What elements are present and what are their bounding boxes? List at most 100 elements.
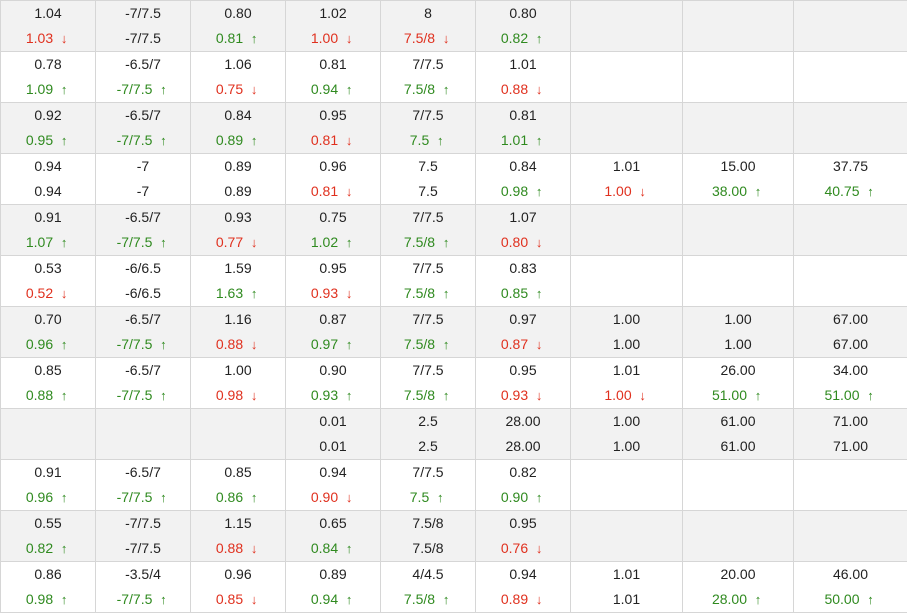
odds-value: 0.95 <box>25 132 54 148</box>
arrow-up-icon: ↑ <box>535 286 543 301</box>
odds-cell: 0.96 0.85 ↓ <box>190 561 286 613</box>
odds-value: 1.07 <box>25 234 54 250</box>
arrow-down-icon: ↓ <box>60 286 68 301</box>
current-odds: 7.5 ↑ <box>381 128 475 153</box>
current-odds: 1.00 ↓ <box>286 26 380 51</box>
odds-value: 0.86 <box>215 489 244 505</box>
odds-value: 1.00 <box>310 30 339 46</box>
arrow-up-icon: ↑ <box>345 235 353 250</box>
opening-odds: 0.93 <box>224 209 252 225</box>
current-odds: 0.85 ↓ <box>191 587 285 612</box>
arrow-up-icon: ↑ <box>160 337 167 352</box>
odds-cell: 1.00 1.00 <box>570 408 683 460</box>
arrow-down-icon: ↓ <box>345 31 353 46</box>
odds-value: 0.96 <box>25 489 54 505</box>
current-odds: 2.5 <box>381 434 475 459</box>
opening-odds <box>794 511 907 536</box>
odds-cell <box>793 0 907 52</box>
current-odds: 1.00 <box>683 332 793 357</box>
opening-odds: 0.91 <box>34 209 62 225</box>
current-odds <box>794 281 907 306</box>
opening-odds: 0.90 <box>319 362 347 378</box>
opening-odds: 0.53 <box>34 260 62 276</box>
opening-odds: 0.81 <box>319 56 347 72</box>
current-odds <box>571 77 682 102</box>
odds-cell <box>0 408 96 460</box>
odds-value: 0.82 <box>25 540 54 556</box>
table-row: 0.01 0.01 2.5 2.5 28.00 28.00 1.00 1.00 61.00 61.… <box>0 408 907 460</box>
odds-value: 0.80 <box>500 234 529 250</box>
current-odds: -7/7.5 <box>96 26 190 51</box>
odds-cell: -6.5/7 -7/7.5 ↑ <box>95 51 191 103</box>
odds-cell: -7/7.5 -7/7.5 <box>95 510 191 562</box>
odds-value: 0.52 <box>25 285 54 301</box>
opening-odds: 0.81 <box>509 107 537 123</box>
odds-cell: 0.81 1.01 ↑ <box>475 102 571 154</box>
odds-value: 0.94 <box>310 81 339 97</box>
current-odds: 0.95 ↑ <box>1 128 95 153</box>
odds-cell: 7/7.5 7.5/8 ↑ <box>380 204 476 256</box>
opening-odds: -7 <box>136 158 150 174</box>
arrow-up-icon: ↑ <box>60 388 68 403</box>
arrow-up-icon: ↑ <box>345 82 353 97</box>
odds-value: -7/7.5 <box>116 489 153 505</box>
opening-odds: 0.95 <box>319 107 347 123</box>
opening-odds: 37.75 <box>832 158 869 174</box>
odds-cell: 1.01 0.88 ↓ <box>475 51 571 103</box>
current-odds: 1.00 ↓ <box>571 383 682 408</box>
opening-odds <box>683 460 793 485</box>
odds-value: 0.81 <box>310 183 339 199</box>
odds-value: 1.00 <box>604 387 632 403</box>
table-row: 0.85 0.88 ↑ -6.5/7 -7/7.5 ↑ 1.00 0.98 ↓ 0.90 0.93 ↑… <box>0 357 907 409</box>
opening-odds <box>191 409 285 434</box>
odds-cell: 0.97 0.87 ↓ <box>475 306 571 358</box>
arrow-down-icon: ↓ <box>250 337 258 352</box>
arrow-up-icon: ↑ <box>442 337 450 352</box>
odds-value: -7/7.5 <box>116 387 153 403</box>
current-odds: -7/7.5 ↑ <box>96 230 190 255</box>
odds-cell: 0.75 1.02 ↑ <box>285 204 381 256</box>
arrow-up-icon: ↑ <box>442 388 450 403</box>
odds-cell <box>570 102 683 154</box>
odds-cell: 0.92 0.95 ↑ <box>0 102 96 154</box>
current-odds: 7.5/8 ↑ <box>381 230 475 255</box>
odds-cell: 7.5 7.5 <box>380 153 476 205</box>
arrow-down-icon: ↓ <box>250 388 258 403</box>
odds-cell: 1.02 1.00 ↓ <box>285 0 381 52</box>
arrow-up-icon: ↑ <box>250 31 258 46</box>
arrow-up-icon: ↑ <box>754 184 762 199</box>
arrow-up-icon: ↑ <box>160 592 167 607</box>
odds-value: 0.87 <box>500 336 529 352</box>
odds-cell: 0.53 0.52 ↓ <box>0 255 96 307</box>
opening-odds: 1.01 <box>612 362 641 378</box>
arrow-up-icon: ↑ <box>250 133 258 148</box>
odds-cell: 0.80 0.81 ↑ <box>190 0 286 52</box>
current-odds <box>1 434 95 459</box>
current-odds: 0.84 ↑ <box>286 536 380 561</box>
odds-cell: 0.96 0.81 ↓ <box>285 153 381 205</box>
current-odds: 67.00 <box>794 332 907 357</box>
current-odds: 0.94 <box>1 179 95 204</box>
opening-odds: 46.00 <box>832 566 869 582</box>
opening-odds: 1.01 <box>612 566 641 582</box>
odds-value: 0.88 <box>25 387 54 403</box>
current-odds: 7.5 <box>381 179 475 204</box>
opening-odds: -6/6.5 <box>125 260 161 276</box>
arrow-up-icon: ↑ <box>442 592 450 607</box>
odds-cell: 15.00 38.00 ↑ <box>682 153 794 205</box>
arrow-up-icon: ↑ <box>160 133 167 148</box>
opening-odds: 1.00 <box>612 413 641 429</box>
odds-cell: 1.01 1.01 <box>570 561 683 613</box>
opening-odds <box>794 460 907 485</box>
arrow-down-icon: ↓ <box>250 235 258 250</box>
opening-odds: -6.5/7 <box>125 464 161 480</box>
opening-odds: 0.95 <box>509 362 537 378</box>
opening-odds: 0.96 <box>319 158 347 174</box>
opening-odds: 7.5/8 <box>412 515 444 531</box>
current-odds: 1.09 ↑ <box>1 77 95 102</box>
current-odds: 0.96 ↑ <box>1 332 95 357</box>
odds-cell: 7/7.5 7.5/8 ↑ <box>380 255 476 307</box>
current-odds: 1.07 ↑ <box>1 230 95 255</box>
current-odds <box>794 536 907 561</box>
table-row: 0.92 0.95 ↑ -6.5/7 -7/7.5 ↑ 0.84 0.89 ↑ 0.95 0.81 ↓… <box>0 102 907 154</box>
